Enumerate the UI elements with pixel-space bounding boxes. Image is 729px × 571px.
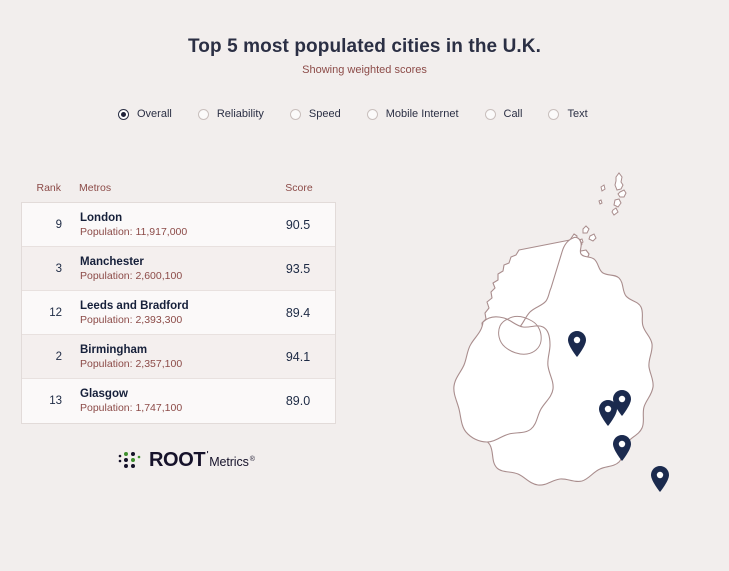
map-pin-london[interactable] (651, 466, 669, 492)
cell-score: 93.5 (285, 261, 311, 276)
rootmetrics-dot-pattern-icon (118, 452, 141, 468)
radio-icon-mobile-internet[interactable] (366, 108, 378, 120)
cell-metro: Leeds and Bradford Population: 2,393,300 (62, 299, 265, 327)
filter-label-speed: Speed (308, 108, 341, 120)
table-row[interactable]: 2 Birmingham Population: 2,357,100 94.1 (22, 335, 335, 379)
cell-rank: 12 (49, 306, 62, 319)
rootmetrics-wordmark: ROOT ' Metrics ® (149, 450, 255, 470)
page-root: Top 5 most populated cities in the U.K. … (0, 0, 729, 571)
rootmetrics-logo: ROOT ' Metrics ® (118, 449, 255, 471)
metro-name: London (80, 211, 123, 224)
column-header-score: Score (285, 182, 313, 194)
filter-option-overall[interactable]: Overall (118, 108, 172, 120)
column-header-rank: Rank (36, 182, 61, 194)
filter-label-text: Text (567, 108, 588, 120)
logo-registered-icon: ® (249, 456, 255, 463)
logo-root-label: ROOT (149, 449, 206, 471)
metro-population: Population: 2,357,100 (80, 357, 183, 370)
table-row[interactable]: 13 Glasgow Population: 1,747,100 89.0 (22, 379, 335, 423)
filter-label-overall: Overall (137, 108, 172, 120)
metros-table-wrapper: Rank Metros Score 9 London Population: 1… (21, 182, 336, 424)
metro-population: Population: 2,600,100 (80, 269, 183, 282)
cell-rank: 3 (55, 262, 62, 275)
cell-score: 89.4 (285, 305, 311, 320)
uk-map-svg (453, 172, 669, 492)
logo-trademark-tick: ' (206, 450, 209, 459)
cell-score: 94.1 (285, 349, 311, 364)
filter-label-reliability: Reliability (216, 108, 264, 120)
table-row[interactable]: 3 Manchester Population: 2,600,100 93.5 (22, 247, 335, 291)
cell-rank: 2 (55, 350, 62, 363)
cell-metro: Manchester Population: 2,600,100 (62, 255, 265, 283)
cell-score: 90.5 (285, 217, 311, 232)
header: Top 5 most populated cities in the U.K. … (0, 36, 729, 77)
filter-option-call[interactable]: Call (484, 108, 523, 120)
cell-metro: Birmingham Population: 2,357,100 (62, 343, 265, 371)
uk-map[interactable] (420, 150, 720, 555)
filter-option-mobile-internet[interactable]: Mobile Internet (366, 108, 459, 120)
table-row[interactable]: 9 London Population: 11,917,000 90.5 (22, 203, 335, 247)
metros-table: 9 London Population: 11,917,000 90.5 3 M… (21, 202, 336, 424)
metric-filter-group[interactable]: Overall Reliability Speed Mobile Interne… (118, 108, 588, 120)
radio-icon-overall[interactable] (118, 108, 129, 120)
metro-name: Birmingham (80, 343, 148, 356)
column-header-metros: Metros (79, 182, 112, 194)
filter-option-speed[interactable]: Speed (289, 108, 341, 120)
metro-population: Population: 1,747,100 (80, 402, 183, 414)
cell-metro: London Population: 11,917,000 (62, 211, 265, 239)
filter-label-mobile-internet: Mobile Internet (385, 108, 459, 120)
orkney-islands-path (578, 225, 597, 245)
radio-icon-call[interactable] (484, 108, 496, 120)
logo-root-text: ROOT ' (149, 449, 208, 471)
filter-label-call: Call (503, 108, 523, 120)
radio-icon-reliability[interactable] (197, 108, 209, 120)
filter-option-reliability[interactable]: Reliability (197, 108, 264, 120)
filter-option-text[interactable]: Text (548, 108, 588, 120)
radio-icon-speed[interactable] (289, 108, 301, 120)
page-title: Top 5 most populated cities in the U.K. (188, 36, 541, 57)
logo-metrics-label: Metrics (209, 455, 249, 469)
metro-name: Glasgow (80, 388, 128, 400)
cell-metro: Glasgow Population: 1,747,100 (62, 387, 265, 415)
table-row[interactable]: 12 Leeds and Bradford Population: 2,393,… (22, 291, 335, 335)
cell-score: 89.0 (285, 394, 311, 408)
radio-icon-text[interactable] (548, 108, 560, 120)
page-subtitle: Showing weighted scores (302, 64, 427, 76)
shetland-islands-path (598, 172, 627, 216)
cell-rank: 13 (49, 395, 62, 407)
cell-rank: 9 (55, 218, 62, 231)
metro-name: Leeds and Bradford (80, 299, 189, 312)
metro-population: Population: 2,393,300 (80, 313, 183, 326)
metro-name: Manchester (80, 255, 144, 268)
table-column-headers: Rank Metros Score (21, 182, 336, 202)
metro-population: Population: 11,917,000 (80, 225, 188, 238)
